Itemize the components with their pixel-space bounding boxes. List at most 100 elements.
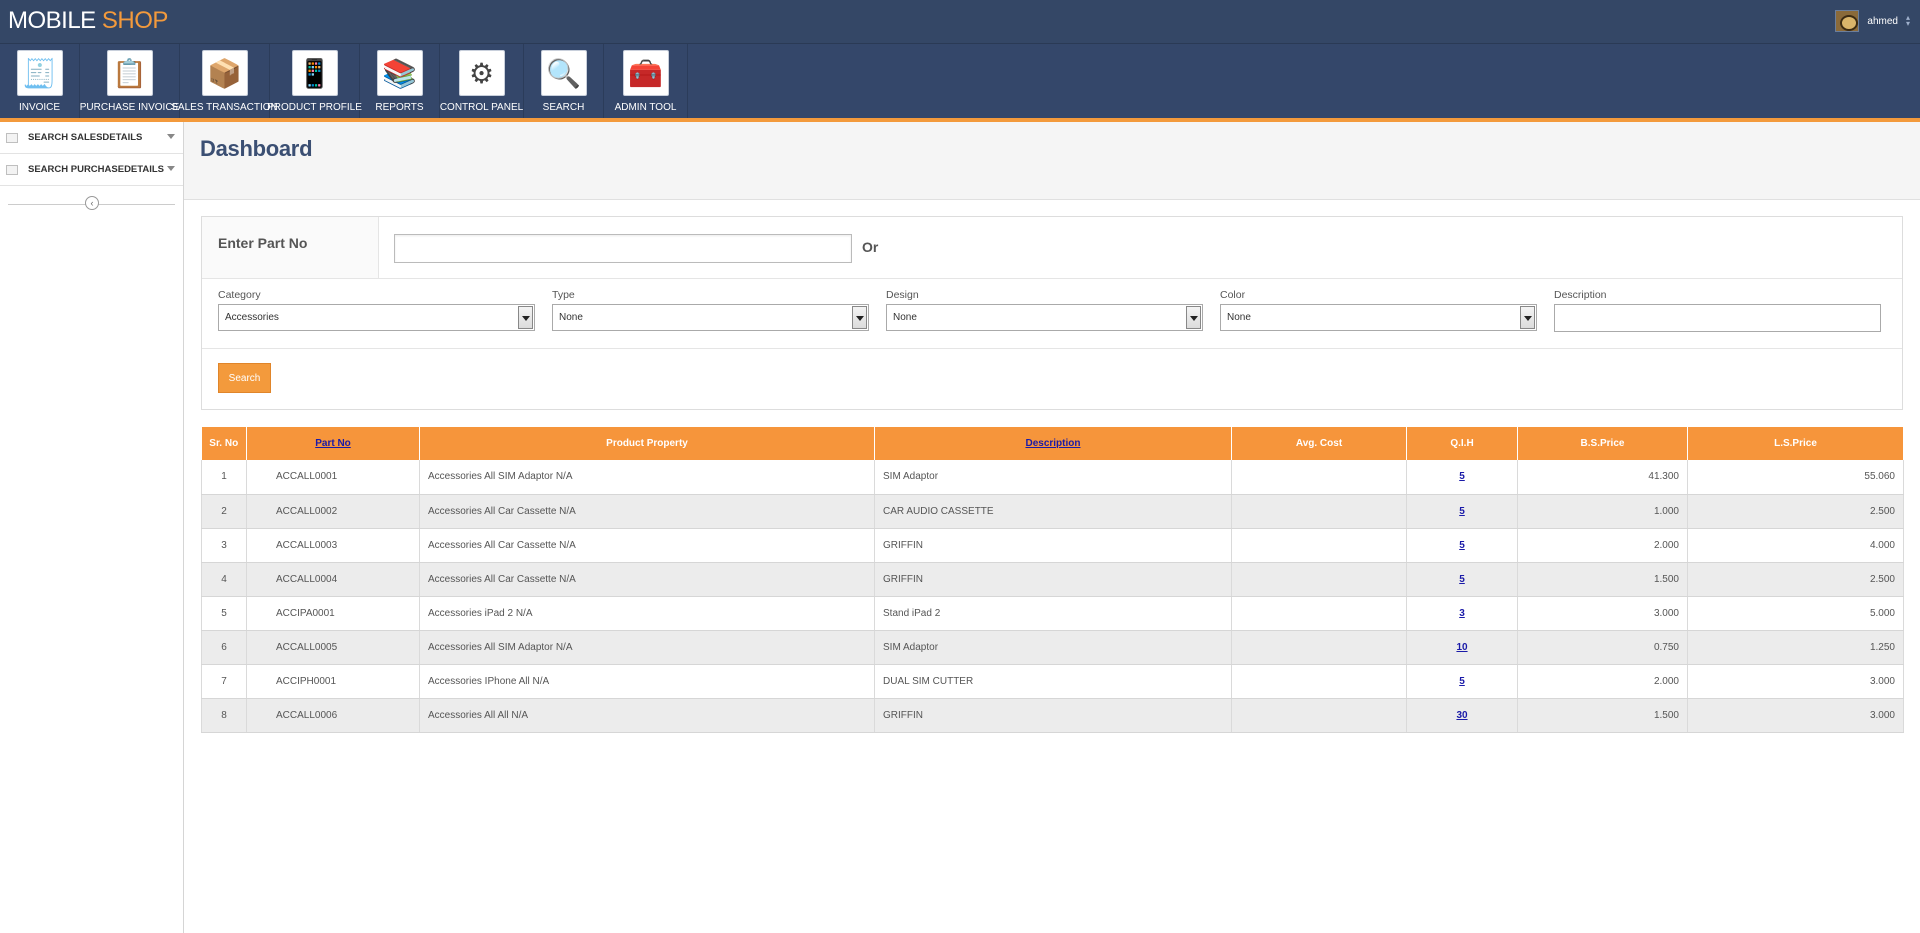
product-property-cell: Accessories All Car Cassette N/A [419, 528, 875, 563]
table-row: 8 ACCALL0006 Accessories All All N/A GRIFFI… [201, 698, 1904, 733]
control-panel-icon[interactable]: ⚙ [458, 50, 505, 96]
or-label: Or [862, 239, 879, 255]
user-menu[interactable]: ahmed ▴ ▾ [1835, 8, 1910, 34]
bs-price-cell: 1.500 [1517, 698, 1688, 733]
category-value: Accessories [225, 312, 279, 323]
bs-price-cell: 41.300 [1517, 460, 1688, 495]
toolbar-item-reports[interactable]: 📚 REPORTS [360, 44, 440, 118]
design-label: Design [886, 289, 919, 301]
list-icon [6, 132, 18, 143]
sidebar-item-label: SEARCH PURCHASEDETAILS [28, 164, 165, 175]
qih-link[interactable]: 10 [1456, 642, 1467, 653]
toolbar-item-admin-tool[interactable]: 🧰 ADMIN TOOL [604, 44, 688, 118]
chevron-down-icon[interactable] [167, 134, 175, 139]
description-cell: Stand iPad 2 [874, 596, 1232, 631]
toolbar-item-label: ADMIN TOOL [614, 102, 677, 113]
search-button[interactable]: Search [218, 363, 271, 393]
type-filter: Type None [552, 289, 886, 348]
description-cell: GRIFFIN [874, 698, 1232, 733]
sort-description-link[interactable]: Description [1025, 438, 1080, 449]
qih-link[interactable]: 5 [1459, 471, 1465, 482]
toolbar-item-label: SALES TRANSACTION [171, 102, 278, 113]
reports-icon[interactable]: 📚 [376, 50, 423, 96]
table-row: 3 ACCALL0003 Accessories All Car Cassette … [201, 528, 1904, 563]
list-icon [6, 164, 18, 175]
toolbar-item-purchase-invoice[interactable]: 📋 PURCHASE INVOICE [80, 44, 180, 118]
app-logo[interactable]: MOBILE SHOP [8, 7, 168, 35]
bs-price-cell: 1.500 [1517, 562, 1688, 597]
dropdown-arrow-icon[interactable] [852, 306, 867, 329]
category-select[interactable]: Accessories [218, 304, 535, 331]
qih-link[interactable]: 5 [1459, 506, 1465, 517]
description-cell: SIM Adaptor [874, 460, 1232, 495]
results-table: Sr. No Part No Product Property Descript… [201, 427, 1904, 733]
description-filter: Description [1554, 289, 1888, 348]
sidebar-item-search-purchasedetails[interactable]: SEARCH PURCHASEDETAILS [0, 154, 183, 186]
description-input[interactable] [1554, 304, 1881, 332]
ls-price-cell: 1.250 [1687, 630, 1904, 665]
qih-cell: 5 [1406, 460, 1518, 495]
sort-part-no-link[interactable]: Part No [315, 438, 351, 449]
sr-no-cell: 6 [201, 630, 247, 665]
search-icon[interactable]: 🔍 [540, 50, 587, 96]
part-no-cell: ACCALL0003 [246, 528, 420, 563]
invoice-icon[interactable]: 🧾 [16, 50, 63, 96]
qih-link[interactable]: 5 [1459, 574, 1465, 585]
bs-price-cell: 3.000 [1517, 596, 1688, 631]
qih-link[interactable]: 3 [1459, 608, 1465, 619]
dropdown-arrow-icon[interactable] [518, 306, 533, 329]
partno-input[interactable] [394, 234, 852, 263]
ls-price-cell: 2.500 [1687, 562, 1904, 597]
category-filter: Category Accessories [218, 289, 552, 348]
qih-cell: 5 [1406, 664, 1518, 699]
qih-link[interactable]: 5 [1459, 540, 1465, 551]
col-header-bs-price: B.S.Price [1517, 427, 1688, 460]
design-select[interactable]: None [886, 304, 1203, 331]
table-body: 1 ACCALL0001 Accessories All SIM Adaptor N… [201, 460, 1904, 733]
admin-tool-icon[interactable]: 🧰 [622, 50, 669, 96]
chevron-down-icon[interactable] [167, 166, 175, 171]
ls-price-cell: 3.000 [1687, 698, 1904, 733]
results-table-wrapper: Sr. No Part No Product Property Descript… [201, 427, 1904, 733]
purchase-invoice-icon[interactable]: 📋 [106, 50, 153, 96]
sr-no-cell: 4 [201, 562, 247, 597]
design-filter: Design None [886, 289, 1220, 348]
dropdown-arrow-icon[interactable] [1520, 306, 1535, 329]
user-name[interactable]: ahmed [1867, 16, 1898, 27]
qih-link[interactable]: 5 [1459, 676, 1465, 687]
category-label: Category [218, 289, 261, 301]
table-header-row: Sr. No Part No Product Property Descript… [201, 427, 1904, 460]
col-header-qih: Q.I.H [1406, 427, 1518, 460]
sales-transaction-icon[interactable]: 📦 [201, 50, 248, 96]
avatar[interactable] [1835, 10, 1860, 32]
product-property-cell: Accessories iPad 2 N/A [419, 596, 875, 631]
toolbar-item-label: SEARCH [542, 102, 585, 113]
toolbar-item-product-profile[interactable]: 📱 PRODUCT PROFILE [267, 44, 362, 118]
avg-cost-cell [1231, 460, 1407, 495]
ls-price-cell: 3.000 [1687, 664, 1904, 699]
type-select[interactable]: None [552, 304, 869, 331]
color-value: None [1227, 312, 1251, 323]
toolbar-item-invoice[interactable]: 🧾 INVOICE [0, 44, 80, 118]
brand-part2: SHOP [101, 7, 169, 34]
part-no-cell: ACCALL0006 [246, 698, 420, 733]
sidebar-item-search-salesdetails[interactable]: SEARCH SALESDETAILS [0, 122, 183, 154]
product-property-cell: Accessories All SIM Adaptor N/A [419, 630, 875, 665]
sr-no-cell: 2 [201, 494, 247, 529]
main-content: Dashboard Enter Part No Or Category Acce… [184, 122, 1920, 933]
toolbar-item-sales-transaction[interactable]: 📦 SALES TRANSACTION [171, 44, 278, 118]
product-property-cell: Accessories All SIM Adaptor N/A [419, 460, 875, 495]
toolbar-item-search[interactable]: 🔍 SEARCH [524, 44, 604, 118]
page-title: Dashboard [200, 136, 313, 161]
sr-no-cell: 7 [201, 664, 247, 699]
qih-link[interactable]: 30 [1456, 710, 1467, 721]
toolbar-item-control-panel[interactable]: ⚙ CONTROL PANEL [440, 44, 524, 118]
product-profile-icon[interactable]: 📱 [291, 50, 338, 96]
dropdown-arrow-icon[interactable] [1186, 306, 1201, 329]
ls-price-cell: 4.000 [1687, 528, 1904, 563]
collapse-sidebar-icon[interactable]: ‹ [85, 196, 99, 210]
user-menu-caret-icon[interactable]: ▴ ▾ [1906, 14, 1910, 28]
color-select[interactable]: None [1220, 304, 1537, 331]
partno-label: Enter Part No [202, 217, 379, 278]
bs-price-cell: 2.000 [1517, 664, 1688, 699]
